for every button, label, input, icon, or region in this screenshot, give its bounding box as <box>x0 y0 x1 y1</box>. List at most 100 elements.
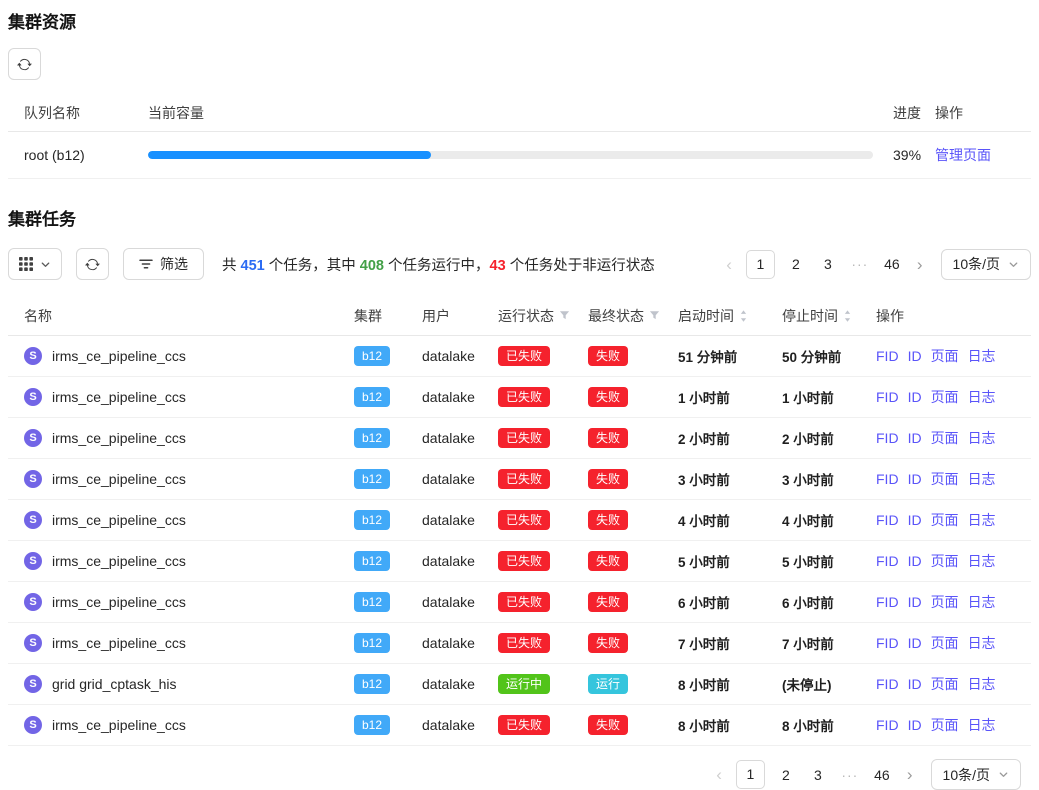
action-link-fid[interactable]: FID <box>876 348 899 364</box>
sort-icon[interactable] <box>739 309 748 323</box>
page-button-2[interactable]: 2 <box>785 256 807 272</box>
action-link-page[interactable]: 页面 <box>931 592 959 612</box>
pagination-ellipsis: ··· <box>839 767 861 783</box>
run-status-badge: 已失败 <box>498 592 550 612</box>
filter-icon[interactable] <box>649 310 660 321</box>
action-link-log[interactable]: 日志 <box>968 428 996 448</box>
col-cluster: 集群 <box>354 306 422 326</box>
action-link-id[interactable]: ID <box>908 553 922 569</box>
stop-time: 5 小时前 <box>782 551 876 571</box>
task-name: grid grid_cptask_his <box>52 676 177 692</box>
action-link-log[interactable]: 日志 <box>968 674 996 694</box>
prev-page-button[interactable]: ‹ <box>722 256 736 273</box>
action-link-page[interactable]: 页面 <box>931 428 959 448</box>
start-time: 51 分钟前 <box>678 346 782 366</box>
task-user: datalake <box>422 348 498 364</box>
name-cell: S irms_ce_pipeline_ccs <box>24 511 354 529</box>
action-link-log[interactable]: 日志 <box>968 715 996 735</box>
name-cell: S irms_ce_pipeline_ccs <box>24 429 354 447</box>
action-link-page[interactable]: 页面 <box>931 715 959 735</box>
action-link-id[interactable]: ID <box>908 389 922 405</box>
run-status-badge: 已失败 <box>498 387 550 407</box>
start-time: 6 小时前 <box>678 592 782 612</box>
action-link-fid[interactable]: FID <box>876 471 899 487</box>
action-link-id[interactable]: ID <box>908 471 922 487</box>
action-link-fid[interactable]: FID <box>876 512 899 528</box>
tasks-section-title: 集群任务 <box>8 209 1031 231</box>
action-link-id[interactable]: ID <box>908 430 922 446</box>
page-size-value: 10条/页 <box>953 254 1000 274</box>
cluster-badge: b12 <box>354 387 390 407</box>
next-page-button[interactable]: › <box>903 766 917 783</box>
action-link-fid[interactable]: FID <box>876 717 899 733</box>
resource-row: root (b12) 39% 管理页面 <box>8 132 1031 179</box>
action-link-id[interactable]: ID <box>908 594 922 610</box>
stop-time: 2 小时前 <box>782 428 876 448</box>
task-name: irms_ce_pipeline_ccs <box>52 635 186 651</box>
action-link-fid[interactable]: FID <box>876 389 899 405</box>
tasks-refresh-button[interactable] <box>76 248 109 280</box>
page-button-1[interactable]: 1 <box>746 250 775 279</box>
table-row: S irms_ce_pipeline_ccs b12 datalake 已失败 … <box>8 459 1031 500</box>
page-button-3[interactable]: 3 <box>817 256 839 272</box>
action-link-page[interactable]: 页面 <box>931 346 959 366</box>
action-link-fid[interactable]: FID <box>876 594 899 610</box>
sort-icon[interactable] <box>843 309 852 323</box>
action-link-page[interactable]: 页面 <box>931 387 959 407</box>
page-button-46[interactable]: 46 <box>871 767 893 783</box>
action-link-page[interactable]: 页面 <box>931 510 959 530</box>
spark-avatar-icon: S <box>24 634 42 652</box>
next-page-button[interactable]: › <box>913 256 927 273</box>
cluster-badge: b12 <box>354 469 390 489</box>
action-link-log[interactable]: 日志 <box>968 510 996 530</box>
col-final-status-label: 最终状态 <box>588 306 644 326</box>
action-link-id[interactable]: ID <box>908 676 922 692</box>
row-actions: FID ID 页面日志 <box>876 551 1015 571</box>
action-link-fid[interactable]: FID <box>876 676 899 692</box>
page-size-select[interactable]: 10条/页 <box>931 759 1021 790</box>
action-link-id[interactable]: ID <box>908 512 922 528</box>
action-link-log[interactable]: 日志 <box>968 592 996 612</box>
manage-page-link[interactable]: 管理页面 <box>935 147 991 163</box>
page-button-3[interactable]: 3 <box>807 767 829 783</box>
action-link-id[interactable]: ID <box>908 348 922 364</box>
filter-button[interactable]: 筛选 <box>123 248 204 280</box>
page-button-46[interactable]: 46 <box>881 256 903 272</box>
page-size-select[interactable]: 10条/页 <box>941 249 1031 280</box>
action-link-id[interactable]: ID <box>908 717 922 733</box>
page: 集群资源 队列名称 当前容量 进度 操作 root (b12) <box>0 0 1039 790</box>
task-user: datalake <box>422 471 498 487</box>
layout-switch-button[interactable] <box>8 248 62 280</box>
page-button-2[interactable]: 2 <box>775 767 797 783</box>
action-link-page[interactable]: 页面 <box>931 551 959 571</box>
grid-icon <box>19 257 33 271</box>
action-link-page[interactable]: 页面 <box>931 674 959 694</box>
action-link-page[interactable]: 页面 <box>931 469 959 489</box>
filter-icon[interactable] <box>559 310 570 321</box>
filter-button-label: 筛选 <box>160 254 188 274</box>
cluster-badge: b12 <box>354 633 390 653</box>
summary-text: 个任务处于非运行状态 <box>506 258 655 274</box>
row-actions: FID ID 页面日志 <box>876 674 1015 694</box>
action-link-page[interactable]: 页面 <box>931 633 959 653</box>
action-link-log[interactable]: 日志 <box>968 551 996 571</box>
action-link-fid[interactable]: FID <box>876 635 899 651</box>
final-status-badge: 失败 <box>588 715 628 735</box>
action-link-log[interactable]: 日志 <box>968 633 996 653</box>
start-time: 1 小时前 <box>678 387 782 407</box>
run-status-badge: 已失败 <box>498 510 550 530</box>
action-link-log[interactable]: 日志 <box>968 387 996 407</box>
cluster-badge: b12 <box>354 510 390 530</box>
prev-page-button[interactable]: ‹ <box>712 766 726 783</box>
pagination-bottom: ‹ 123 ··· 46 › <box>712 760 916 789</box>
row-actions: FID ID 页面日志 <box>876 428 1015 448</box>
name-cell: S irms_ce_pipeline_ccs <box>24 593 354 611</box>
action-link-log[interactable]: 日志 <box>968 346 996 366</box>
action-link-id[interactable]: ID <box>908 635 922 651</box>
page-button-1[interactable]: 1 <box>736 760 765 789</box>
col-name: 名称 <box>24 306 354 326</box>
action-link-fid[interactable]: FID <box>876 553 899 569</box>
resources-refresh-button[interactable] <box>8 48 41 80</box>
action-link-log[interactable]: 日志 <box>968 469 996 489</box>
action-link-fid[interactable]: FID <box>876 430 899 446</box>
